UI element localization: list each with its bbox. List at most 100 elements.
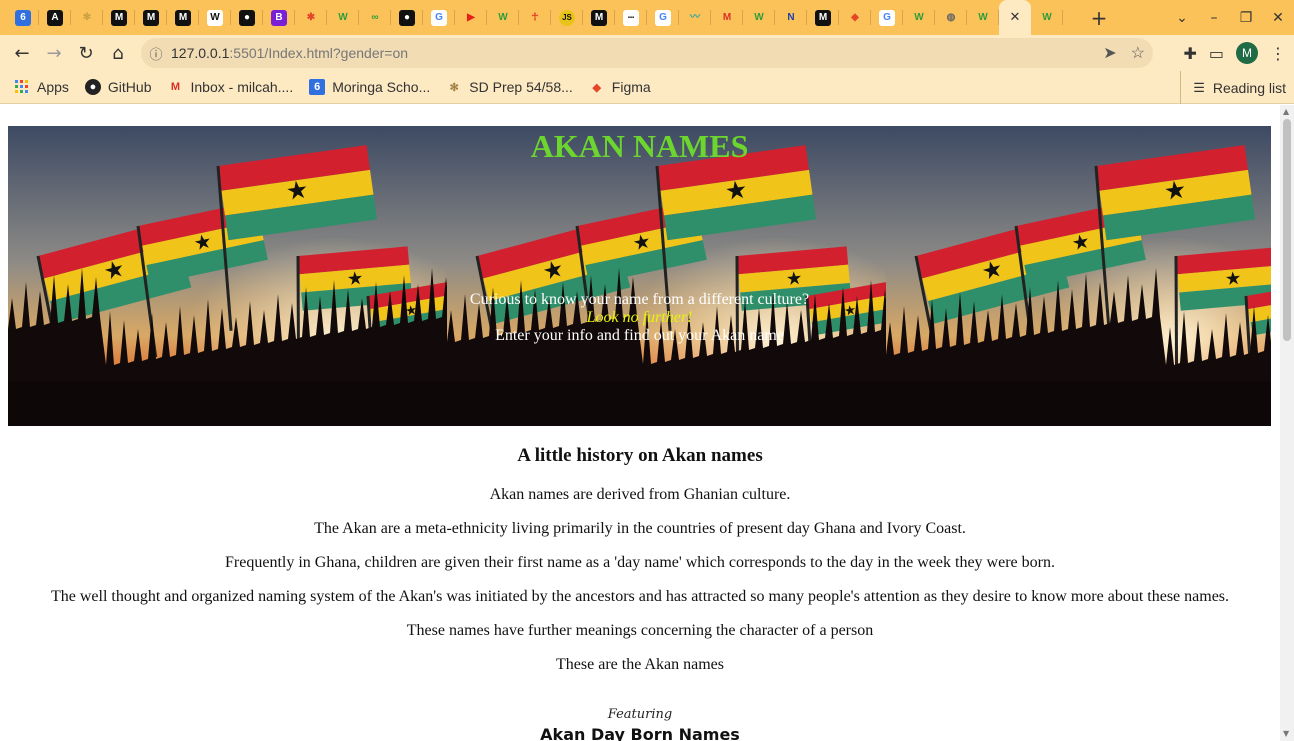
menu-kebab-icon[interactable]: ⋮ (1270, 44, 1286, 63)
hero-image: ★ ★ ★ ★ ★ (447, 126, 886, 426)
tab-list: 6 A ✻ M M M W ● B ✱ W ∞ ● G ▶ W ☥ JS M ▪▪▪ G 〰 M W N M ◆ G W ◍ W ✕ W (0, 0, 1063, 35)
new-tab-button[interactable]: + (1083, 0, 1115, 35)
browser-tab[interactable]: 6 (7, 0, 39, 35)
browser-tab[interactable]: W (487, 0, 519, 35)
palm-icon: ✻ (449, 81, 459, 94)
browser-tab[interactable]: N (775, 0, 807, 35)
home-icon[interactable]: ⌂ (102, 37, 134, 69)
browser-toolbar: ← → ↻ ⌂ ⓘ 127.0.0.1:5501/Index.html?gend… (0, 35, 1294, 71)
tab-search-icon[interactable]: ⌄ (1166, 10, 1198, 26)
browser-tab[interactable]: B (263, 0, 295, 35)
bookmarks-bar: Apps ● GitHub M Inbox - milcah.... 6 Mor… (0, 71, 1294, 104)
page-viewport: ★ ★ ★ ★ ★ ★ ★ ★ ★ ★ ★ ★ ★ ★ AKAN NAMES C… (0, 105, 1280, 741)
browser-tab[interactable]: ∞ (359, 0, 391, 35)
google-icon: G (879, 9, 895, 26)
hero-image: ★ ★ ★ ★ ★ (8, 126, 447, 426)
active-tab[interactable]: ✕ (999, 0, 1031, 35)
browser-tab[interactable]: M (103, 0, 135, 35)
scrollbar-thumb[interactable] (1283, 119, 1291, 341)
browser-tab[interactable]: ✱ (295, 0, 327, 35)
browser-tab[interactable]: ☥ (519, 0, 551, 35)
figma-icon: ◆ (851, 11, 859, 23)
angular-icon: A (47, 9, 63, 26)
browser-tab[interactable]: W (327, 0, 359, 35)
svg-text:★: ★ (723, 174, 749, 206)
browser-tab[interactable]: G (423, 0, 455, 35)
site-info-icon[interactable]: ⓘ (141, 44, 171, 63)
browser-tab[interactable]: M (711, 0, 743, 35)
browser-tab[interactable]: W (967, 0, 999, 35)
browser-tab[interactable]: W (903, 0, 935, 35)
dots-icon: ▪▪▪ (623, 9, 639, 26)
browser-tab[interactable]: ● (391, 0, 423, 35)
reading-list-button[interactable]: ☰ Reading list (1180, 71, 1294, 104)
minimize-icon[interactable]: – (1198, 10, 1230, 26)
reload-icon[interactable]: ↻ (70, 37, 102, 69)
cast-icon[interactable]: ▭ (1209, 44, 1224, 63)
browser-tab[interactable]: M (135, 0, 167, 35)
close-tab-icon[interactable]: ✕ (1010, 10, 1021, 25)
browser-tab[interactable]: M (167, 0, 199, 35)
browser-tab[interactable]: ◍ (935, 0, 967, 35)
forward-icon[interactable]: → (38, 37, 70, 69)
figma-icon: ◆ (592, 81, 602, 94)
paragraph: The well thought and organized naming sy… (50, 588, 1230, 605)
palm-icon: ✻ (82, 11, 92, 23)
paragraph: These names have further meanings concer… (406, 622, 874, 639)
w3-icon: W (914, 11, 924, 23)
w3-icon: W (1042, 11, 1052, 23)
browser-tab[interactable]: G (647, 0, 679, 35)
bookmark-inbox[interactable]: M Inbox - milcah.... (160, 71, 302, 104)
browser-tab[interactable]: W (743, 0, 775, 35)
bookmark-figma[interactable]: ◆ Figma (581, 71, 659, 104)
address-bar[interactable]: ⓘ 127.0.0.1:5501/Index.html?gender=on ➤ … (141, 38, 1153, 68)
paragraph: These are the Akan names (556, 656, 724, 673)
extensions-icon[interactable]: ✚ (1183, 44, 1196, 63)
browser-tab[interactable]: JS (551, 0, 583, 35)
browser-tab[interactable]: G (871, 0, 903, 35)
bookmark-moringa[interactable]: 6 Moringa Scho... (301, 71, 438, 104)
svg-text:★: ★ (1162, 174, 1188, 206)
page-title: AKAN NAMES (530, 128, 749, 164)
bookmark-label: Inbox - milcah.... (190, 79, 294, 95)
bootstrap-icon: B (271, 9, 287, 26)
youtube-icon: ▶ (467, 11, 475, 23)
bookmark-label: Apps (37, 79, 69, 95)
scroll-up-icon[interactable]: ▲ (1283, 107, 1289, 116)
browser-tab[interactable]: A (39, 0, 71, 35)
scroll-down-icon[interactable]: ▼ (1283, 729, 1289, 738)
medium-icon: M (111, 9, 127, 26)
bookmark-star-icon[interactable]: ☆ (1131, 43, 1145, 63)
hero-banner: ★ ★ ★ ★ ★ ★ ★ ★ ★ ★ ★ ★ ★ ★ AKAN NAMES C… (8, 126, 1271, 426)
back-icon[interactable]: ← (6, 37, 38, 69)
browser-tab[interactable]: ● (231, 0, 263, 35)
notion-icon: N (787, 11, 795, 23)
restore-icon[interactable]: ❐ (1230, 10, 1262, 26)
hero-instruction: Enter your info and find out your Akan n… (495, 327, 784, 344)
browser-tab[interactable]: M (807, 0, 839, 35)
hero-tagline: Curious to know your name from a differe… (469, 291, 810, 308)
browser-tab[interactable]: W (1031, 0, 1063, 35)
svg-text:★: ★ (785, 268, 803, 290)
bookmark-apps[interactable]: Apps (0, 71, 77, 104)
bookmark-github[interactable]: ● GitHub (77, 71, 160, 104)
browser-tab[interactable]: ◆ (839, 0, 871, 35)
vertical-scrollbar[interactable]: ▲ ▼ (1280, 105, 1294, 741)
send-icon[interactable]: ➤ (1103, 43, 1116, 63)
w3-icon: W (338, 11, 348, 23)
browser-tab[interactable]: ▪▪▪ (615, 0, 647, 35)
medium-icon: M (175, 9, 191, 26)
close-window-icon[interactable]: ✕ (1262, 10, 1294, 26)
browser-tab[interactable]: ▶ (455, 0, 487, 35)
github-icon: ● (84, 79, 101, 95)
browser-tab[interactable]: ✻ (71, 0, 103, 35)
github-icon: ● (239, 9, 255, 26)
browser-tab[interactable]: W (199, 0, 231, 35)
browser-tab[interactable]: M (583, 0, 615, 35)
avatar[interactable]: M (1236, 42, 1258, 64)
bookmark-sd-prep[interactable]: ✻ SD Prep 54/58... (438, 71, 581, 104)
js-icon: JS (559, 9, 575, 26)
globe-icon: ◍ (946, 11, 956, 23)
paragraph: Frequently in Ghana, children are given … (225, 554, 1055, 571)
browser-tab[interactable]: 〰 (679, 0, 711, 35)
